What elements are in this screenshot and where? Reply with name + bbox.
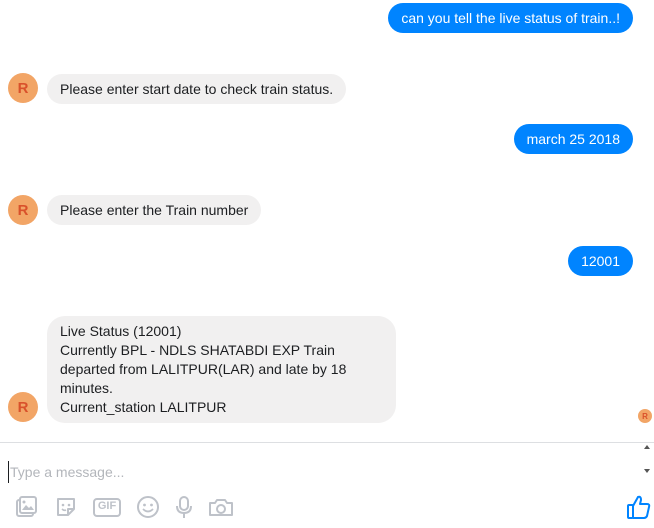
message-thread: can you tell the live status of train..!…: [0, 0, 654, 442]
incoming-message-live-status: Live Status (12001) Currently BPL - NDLS…: [47, 316, 396, 423]
scroll-down-arrow-icon[interactable]: [644, 469, 650, 473]
camera-icon: [209, 499, 233, 516]
thumbs-up-icon: [627, 495, 651, 519]
status-line: Currently BPL - NDLS SHATABDI EXP Train: [60, 342, 335, 358]
scroll-up-arrow-icon[interactable]: [644, 445, 650, 449]
microphone-icon: [176, 496, 192, 518]
voice-clip-button[interactable]: [170, 493, 198, 521]
emoji-button[interactable]: [134, 493, 162, 521]
status-line: Current_station LALITPUR: [60, 399, 227, 415]
image-button[interactable]: [12, 493, 40, 521]
outgoing-message: can you tell the live status of train..!: [388, 3, 633, 33]
seen-receipt-avatar: R: [638, 409, 652, 423]
avatar[interactable]: R: [8, 195, 38, 225]
send-like-button[interactable]: [625, 493, 653, 521]
avatar-initial: R: [17, 398, 29, 416]
status-line: departed from LALITPUR(LAR) and late by …: [60, 361, 347, 377]
composer: GIF: [0, 443, 654, 528]
camera-button[interactable]: [207, 493, 235, 521]
status-line: minutes.: [60, 380, 113, 396]
avatar[interactable]: R: [8, 392, 38, 422]
gif-button[interactable]: GIF: [92, 493, 122, 521]
sticker-icon: [57, 498, 75, 516]
incoming-message: Please enter start date to check train s…: [47, 74, 347, 104]
emoji-icon: [137, 496, 159, 518]
avatar-initial: R: [17, 79, 29, 97]
seen-receipt-initial: R: [642, 411, 648, 421]
image-icon: [16, 496, 37, 517]
gif-label: GIF: [97, 500, 117, 512]
incoming-message: Please enter the Train number: [47, 195, 262, 225]
outgoing-message: march 25 2018: [513, 124, 633, 154]
outgoing-message: 12001: [568, 246, 633, 276]
sticker-button[interactable]: [52, 493, 80, 521]
status-line: Live Status (12001): [60, 323, 182, 339]
message-input[interactable]: [8, 461, 628, 483]
avatar-initial: R: [17, 201, 29, 219]
avatar[interactable]: R: [8, 73, 38, 103]
